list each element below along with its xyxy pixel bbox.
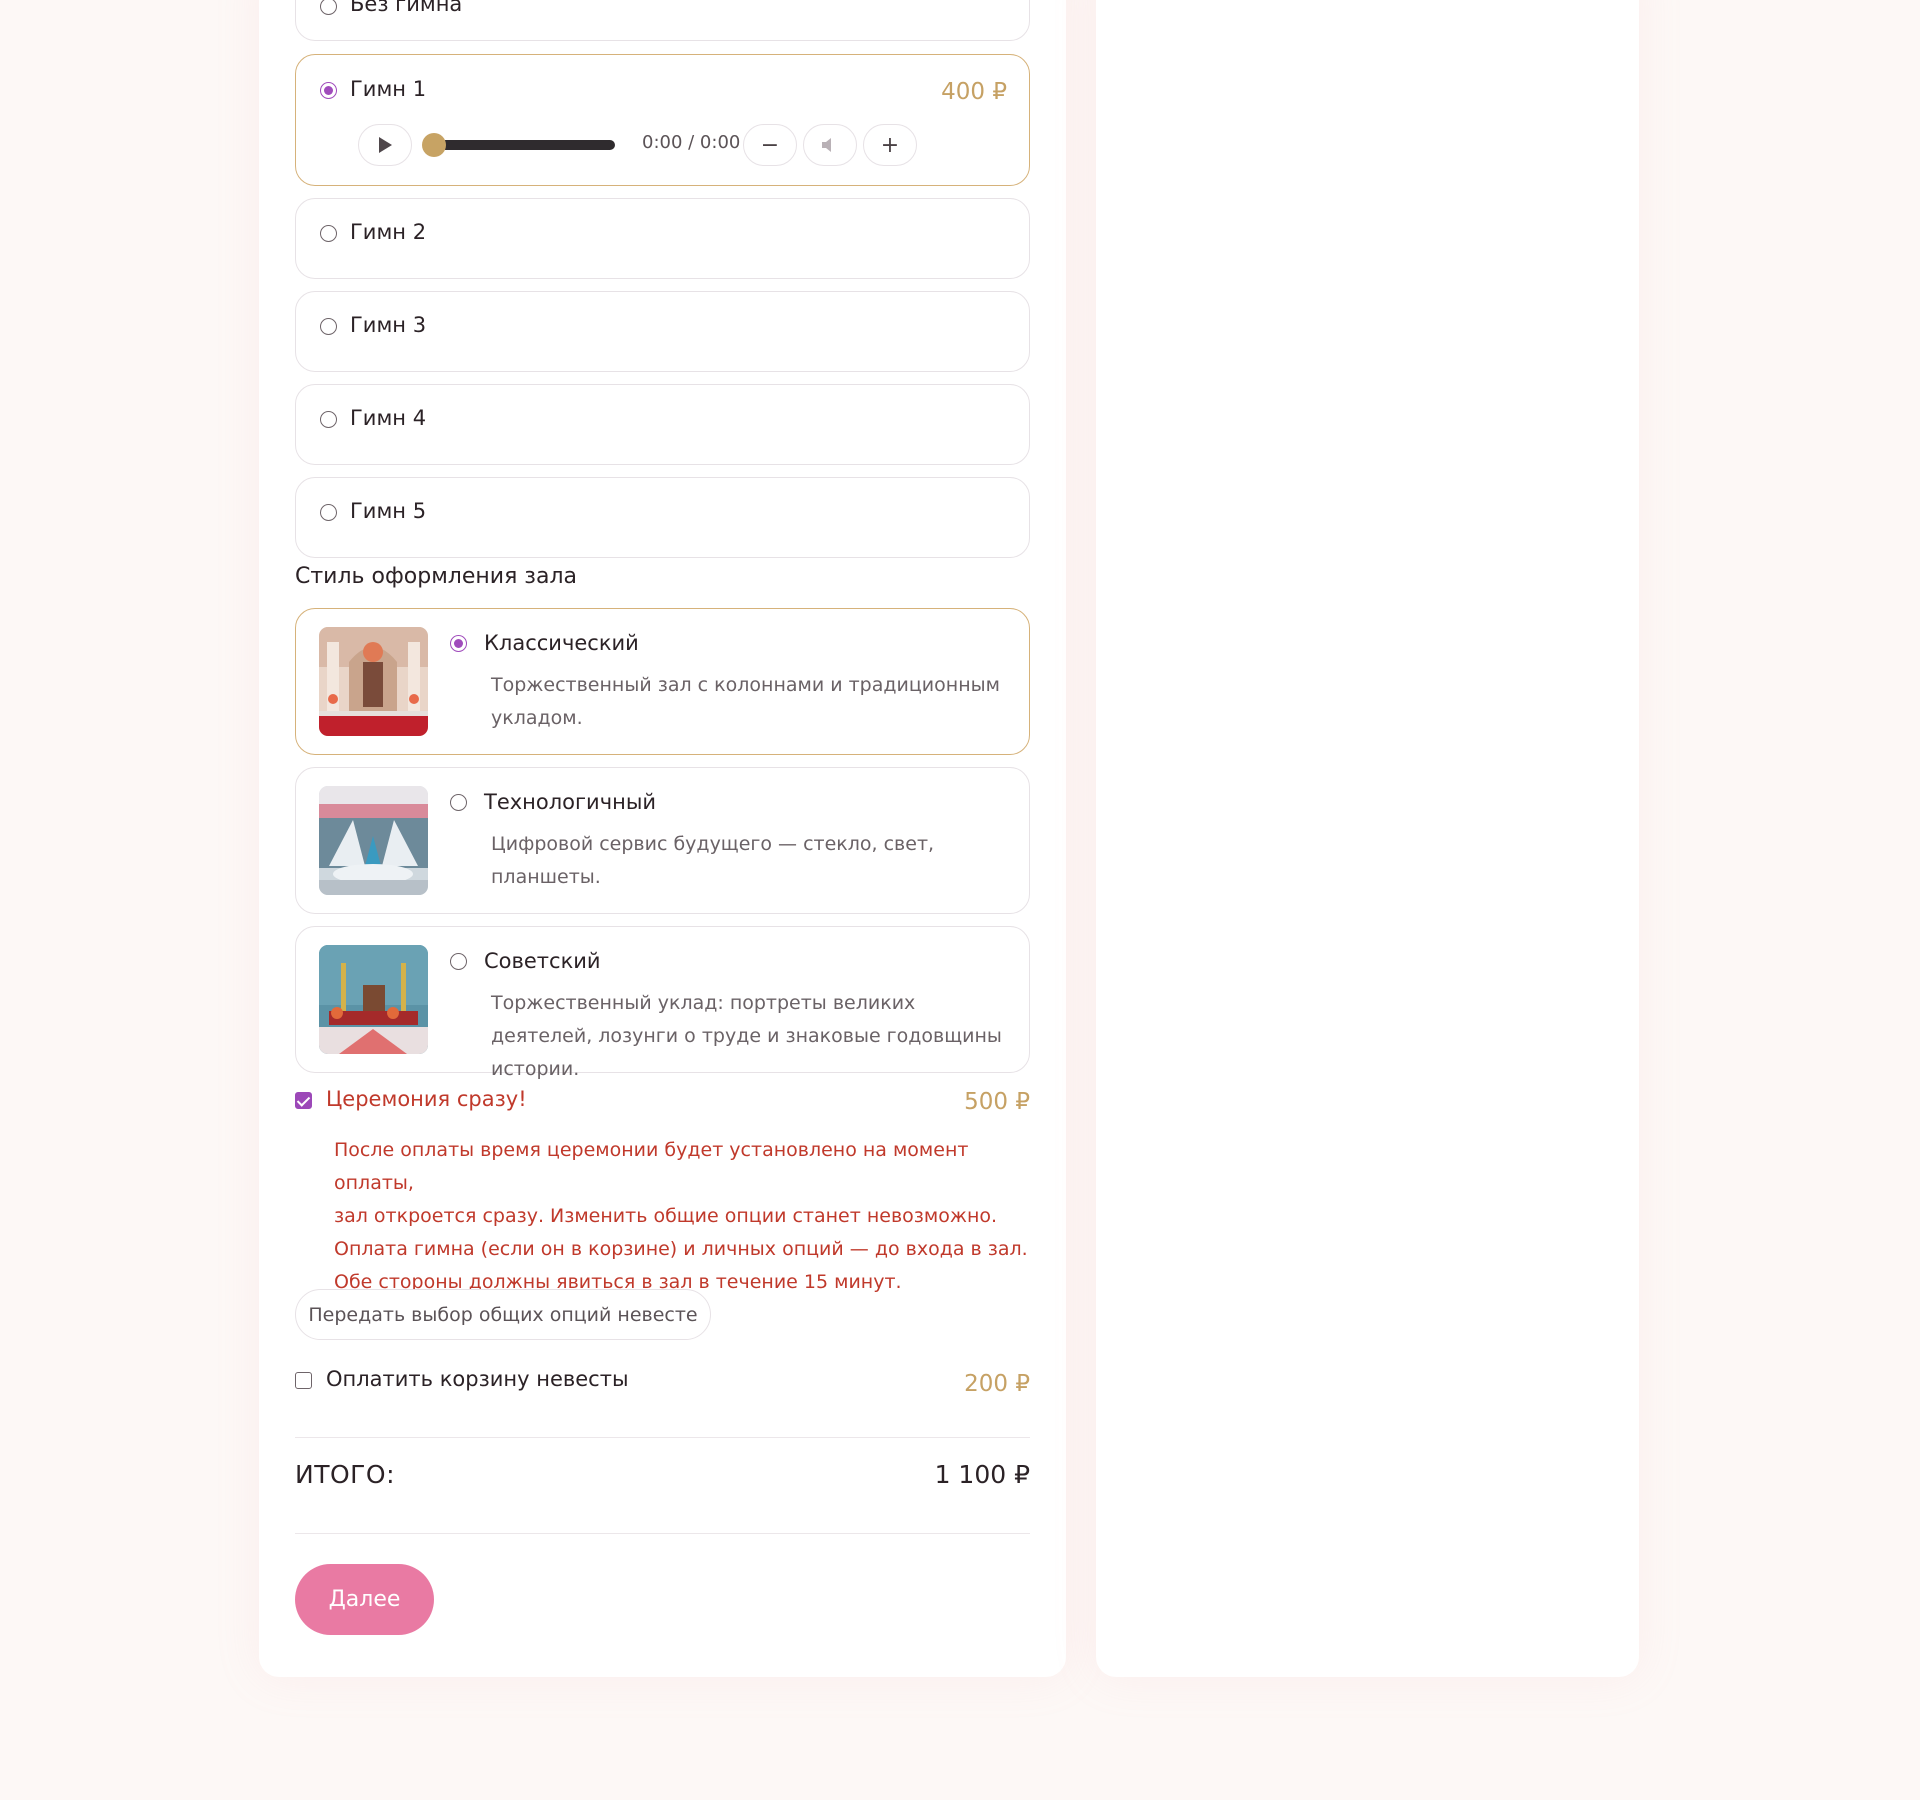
soviet-radio[interactable] (450, 953, 467, 970)
anthem-2-label: Гимн 2 (350, 220, 427, 244)
volume-down-button[interactable]: − (743, 124, 797, 166)
pay-bride-cart-label[interactable]: Оплатить корзину невесты (326, 1367, 629, 1391)
warning-line: Оплата гимна (если он в корзине) и личны… (334, 1238, 1028, 1260)
anthem-option-1[interactable]: Гимн 1 400 ₽ (295, 54, 1030, 186)
anthem-option-3[interactable]: Гимн 3 (295, 291, 1030, 372)
divider (295, 1533, 1030, 1534)
tech-label: Технологичный (484, 790, 657, 814)
anthem-option-5[interactable]: Гимн 5 (295, 477, 1030, 558)
soviet-description: Торжественный уклад: портреты великих де… (491, 992, 1002, 1080)
anthem-none-radio[interactable] (320, 0, 337, 15)
volume-up-button[interactable]: + (863, 124, 917, 166)
anthem-1-price: 400 ₽ (941, 79, 1007, 105)
transfer-options-button[interactable]: Передать выбор общих опций невесте (295, 1289, 711, 1340)
audio-progress-thumb[interactable] (422, 133, 446, 157)
mute-button[interactable] (803, 124, 857, 166)
next-button[interactable]: Далее (295, 1564, 434, 1635)
anthem-5-radio[interactable] (320, 504, 337, 521)
anthem-2-radio[interactable] (320, 225, 337, 242)
minus-icon: − (760, 132, 780, 158)
anthem-4-label: Гимн 4 (350, 406, 427, 430)
plus-icon: + (880, 132, 900, 158)
anthem-3-radio[interactable] (320, 318, 337, 335)
hall-style-soviet[interactable]: Советский Торжественный уклад: портреты … (295, 926, 1030, 1080)
divider (295, 1437, 1030, 1438)
total-label: ИТОГО: (295, 1460, 395, 1489)
soviet-hall-image (319, 945, 428, 1054)
classic-hall-image (319, 627, 428, 736)
ceremony-now-label[interactable]: Церемония сразу! (326, 1087, 527, 1111)
anthem-1-radio[interactable] (320, 82, 337, 99)
ceremony-now-warning: После оплаты время церемонии будет устан… (334, 1134, 1034, 1299)
volume-icon (822, 138, 831, 152)
warning-line: зал откроется сразу. Изменить общие опци… (334, 1205, 998, 1227)
ceremony-now-checkbox[interactable] (295, 1092, 312, 1109)
anthem-option-2[interactable]: Гимн 2 (295, 198, 1030, 279)
anthem-5-label: Гимн 5 (350, 499, 427, 523)
hall-style-classic[interactable]: Классический Торжественный зал с колонна… (295, 608, 1030, 755)
play-icon (379, 137, 392, 153)
anthem-1-label: Гимн 1 (350, 77, 427, 101)
hall-style-title: Стиль оформления зала (295, 564, 578, 589)
tech-hall-image (319, 786, 428, 895)
tech-radio[interactable] (450, 794, 467, 811)
play-button[interactable] (358, 124, 412, 166)
side-panel (1096, 0, 1639, 1677)
warning-line: После оплаты время церемонии будет устан… (334, 1139, 969, 1194)
anthem-option-4[interactable]: Гимн 4 (295, 384, 1030, 465)
classic-radio[interactable] (450, 635, 467, 652)
audio-progress-track[interactable] (424, 140, 615, 150)
anthem-4-radio[interactable] (320, 411, 337, 428)
ceremony-now-price: 500 ₽ (964, 1089, 1030, 1115)
hall-style-tech[interactable]: Технологичный Цифровой сервис будущего —… (295, 767, 1030, 914)
tech-description: Цифровой сервис будущего — стекло, свет,… (491, 833, 935, 888)
soviet-label: Советский (484, 949, 601, 973)
anthem-none-label: Без гимна (350, 0, 463, 16)
classic-description: Торжественный зал с колоннами и традицио… (491, 674, 1000, 729)
classic-label: Классический (484, 631, 639, 655)
audio-time: 0:00 / 0:00 (642, 132, 741, 153)
pay-bride-cart-checkbox[interactable] (295, 1372, 312, 1389)
pay-bride-cart-price: 200 ₽ (964, 1371, 1030, 1397)
anthem-3-label: Гимн 3 (350, 313, 427, 337)
total-value: 1 100 ₽ (934, 1460, 1030, 1489)
anthem-option-none[interactable]: Без гимна (295, 0, 1030, 41)
